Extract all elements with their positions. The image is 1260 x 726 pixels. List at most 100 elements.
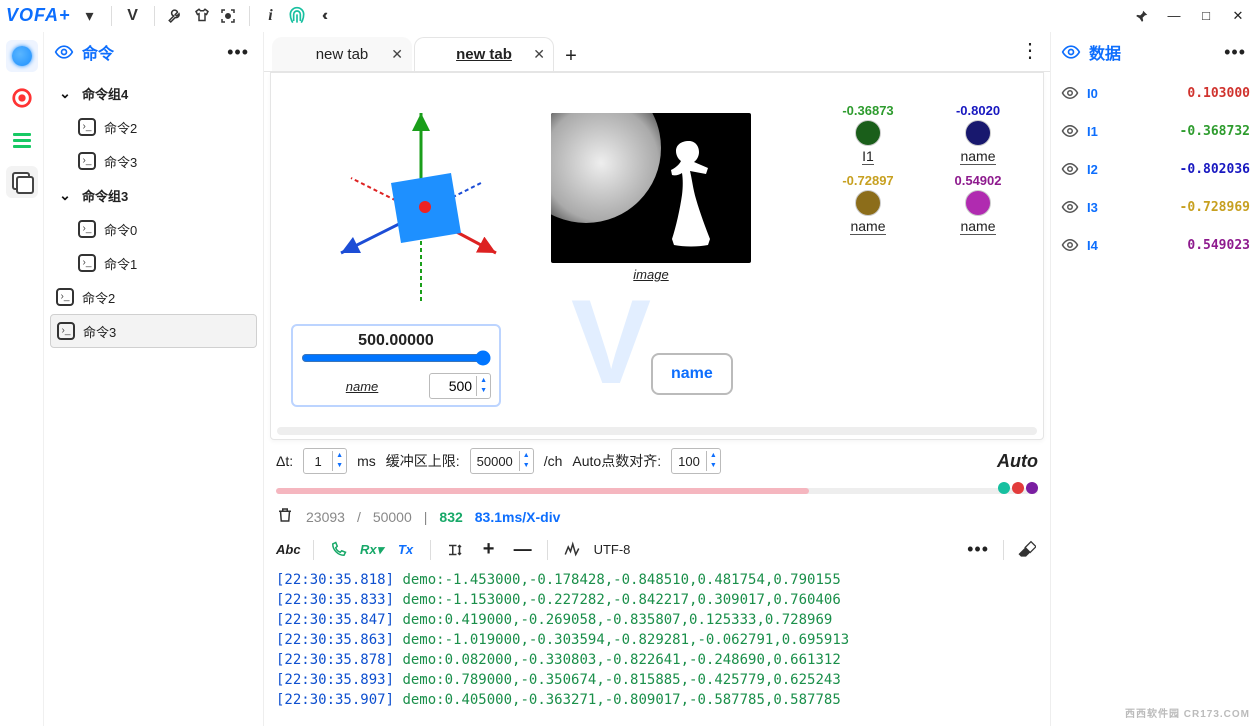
minus-button[interactable]: — xyxy=(511,538,535,562)
step-down-icon[interactable]: ▼ xyxy=(707,461,720,471)
plus-button[interactable]: + xyxy=(477,538,501,562)
align-value: 100 xyxy=(672,454,706,469)
phone-icon[interactable] xyxy=(326,538,350,562)
data-row[interactable]: I40.549023 xyxy=(1061,230,1250,260)
widget-slider[interactable]: 500.00000 name ▲▼ xyxy=(291,324,501,407)
tx-button[interactable]: Tx xyxy=(394,538,418,562)
console-more-button[interactable]: ••• xyxy=(963,537,993,562)
tree-item[interactable]: ›_命令1 xyxy=(50,246,257,280)
target-icon[interactable] xyxy=(215,3,241,29)
step-up-icon[interactable]: ▲ xyxy=(707,451,720,461)
eye-icon[interactable] xyxy=(1061,198,1079,216)
step-down-icon[interactable]: ▼ xyxy=(333,461,346,471)
tree-group[interactable]: ⌄命令组4 xyxy=(50,76,257,110)
rail-record-button[interactable] xyxy=(6,82,38,114)
data-row[interactable]: I00.103000 xyxy=(1061,78,1250,108)
tab[interactable]: new tab✕ xyxy=(414,37,554,71)
step-down-icon[interactable]: ▼ xyxy=(520,461,533,471)
eraser-button[interactable] xyxy=(1014,538,1038,562)
sidebar-more-button[interactable]: ••• xyxy=(223,40,253,65)
tree-group[interactable]: ⌄命令组3 xyxy=(50,178,257,212)
dot-swatch xyxy=(965,190,991,216)
close-button[interactable]: ✕ xyxy=(1222,2,1254,30)
workspace: new tab✕new tab✕+ ⋮ xyxy=(264,32,1050,726)
dropdown-icon[interactable]: ▾ xyxy=(77,3,103,29)
widget-image[interactable]: image xyxy=(541,113,761,282)
step-up-icon[interactable]: ▲ xyxy=(520,451,533,461)
auto-toggle[interactable]: Auto xyxy=(997,451,1038,472)
data-value: 0.103000 xyxy=(1121,86,1250,101)
color-dot[interactable]: -0.72897name xyxy=(823,173,913,235)
separator xyxy=(249,6,250,26)
chevrons-left-icon[interactable]: ‹‹‹ xyxy=(310,3,336,29)
text-height-icon[interactable] xyxy=(443,538,467,562)
data-row[interactable]: I3-0.728969 xyxy=(1061,192,1250,222)
encoding-label[interactable]: UTF-8 xyxy=(594,542,631,557)
tshirt-icon[interactable] xyxy=(189,3,215,29)
slider-number-input[interactable]: ▲▼ xyxy=(429,373,491,399)
console-log[interactable]: [22:30:35.818] demo:-1.453000,-0.178428,… xyxy=(264,566,1050,726)
tree-item-label: 命令3 xyxy=(104,152,137,171)
tree-item[interactable]: ›_命令3 xyxy=(50,144,257,178)
eye-icon[interactable] xyxy=(1061,84,1079,102)
widget-color-dots: -0.36873I1 -0.8020name -0.72897name 0.54902… xyxy=(823,103,1023,235)
timeline-marker[interactable] xyxy=(998,482,1010,494)
color-dot[interactable]: 0.54902name xyxy=(933,173,1023,235)
rail-home-button[interactable] xyxy=(6,40,38,72)
v-tool-icon[interactable]: V xyxy=(120,3,146,29)
step-up-icon[interactable]: ▲ xyxy=(333,451,346,461)
wave-icon[interactable] xyxy=(560,538,584,562)
maximize-button[interactable]: □ xyxy=(1190,2,1222,30)
eye-icon[interactable] xyxy=(1061,160,1079,178)
minimize-button[interactable]: — xyxy=(1158,2,1190,30)
tab-add-button[interactable]: + xyxy=(556,41,586,71)
rx-button[interactable]: Rx▾ xyxy=(360,538,384,562)
burger-icon xyxy=(13,133,31,148)
dt-value: 1 xyxy=(304,454,332,469)
tab-menu-button[interactable]: ⋮ xyxy=(1020,38,1040,63)
timeline[interactable] xyxy=(276,482,1038,500)
wrench-icon[interactable] xyxy=(163,3,189,29)
slider-track[interactable] xyxy=(301,350,491,366)
fingerprint-icon[interactable] xyxy=(284,3,310,29)
timeline-marker[interactable] xyxy=(1026,482,1038,494)
settings-bar: Δt: 1 ▲▼ ms 缓冲区上限: 50000 ▲▼ /ch Auto点数对齐… xyxy=(264,440,1050,482)
name-button[interactable]: name xyxy=(651,353,733,395)
data-more-button[interactable]: ••• xyxy=(1220,40,1250,65)
pin-button[interactable] xyxy=(1126,2,1158,30)
align-input[interactable]: 100 ▲▼ xyxy=(671,448,721,474)
separator xyxy=(1003,540,1004,560)
eye-icon[interactable] xyxy=(1061,236,1079,254)
separator xyxy=(547,540,548,560)
info-icon[interactable]: i xyxy=(258,3,284,29)
tab-close-button[interactable]: ✕ xyxy=(533,46,545,63)
color-dot[interactable]: -0.8020name xyxy=(933,103,1023,165)
tree-item-label: 命令2 xyxy=(82,288,115,307)
dt-input[interactable]: 1 ▲▼ xyxy=(303,448,347,474)
color-dot[interactable]: -0.36873I1 xyxy=(823,103,913,165)
step-down-icon[interactable]: ▼ xyxy=(477,386,490,396)
buffer-input[interactable]: 50000 ▲▼ xyxy=(470,448,534,474)
canvas-h-scrollbar[interactable] xyxy=(277,427,1037,435)
image-content xyxy=(551,113,751,263)
canvas[interactable]: V image -0.36873I1-0.8020name-0.72897nam… xyxy=(271,73,1043,423)
separator xyxy=(111,6,112,26)
tree-item[interactable]: ›_命令2 xyxy=(50,110,257,144)
tree-item[interactable]: ›_命令0 xyxy=(50,212,257,246)
abc-toggle[interactable]: Abc xyxy=(276,542,301,557)
rail-stack-button[interactable] xyxy=(6,166,38,198)
tab[interactable]: new tab✕ xyxy=(272,37,412,71)
tab-close-button[interactable]: ✕ xyxy=(391,46,403,63)
tree-item[interactable]: ›_命令3 xyxy=(50,314,257,348)
tree-item[interactable]: ›_命令2 xyxy=(50,280,257,314)
widget-3d-axes[interactable] xyxy=(321,103,521,323)
step-up-icon[interactable]: ▲ xyxy=(477,376,490,386)
trash-button[interactable] xyxy=(276,506,294,527)
data-title: 数据 xyxy=(1089,40,1212,64)
rail-menu-button[interactable] xyxy=(6,124,38,156)
slider-number-field[interactable] xyxy=(430,378,476,394)
eye-icon[interactable] xyxy=(1061,122,1079,140)
timeline-marker[interactable] xyxy=(1012,482,1024,494)
data-row[interactable]: I1-0.368732 xyxy=(1061,116,1250,146)
data-row[interactable]: I2-0.802036 xyxy=(1061,154,1250,184)
